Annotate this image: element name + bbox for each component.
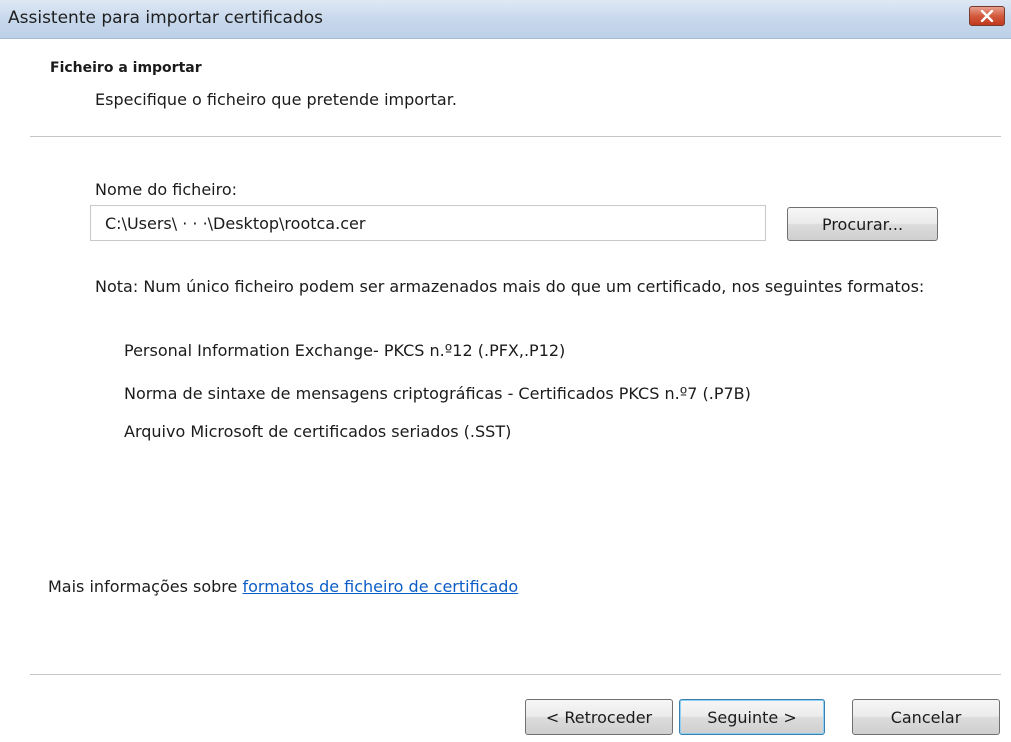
format-item-pfx: Personal Information Exchange- PKCS n.º1… [124,341,566,360]
certificate-formats-link[interactable]: formatos de ficheiro de certificado [242,577,518,596]
file-name-label: Nome do ficheiro: [95,180,238,199]
header-divider [30,136,1001,137]
close-icon [980,10,994,22]
more-info-text: Mais informações sobre [48,577,243,596]
back-button[interactable]: < Retroceder [525,699,673,735]
more-info: Mais informações sobre formatos de fiche… [48,577,518,596]
footer-divider [30,674,1001,675]
file-name-input[interactable] [90,205,766,241]
browse-button[interactable]: Procurar... [787,207,938,241]
page-description: Especifique o ficheiro que pretende impo… [95,90,457,109]
format-item-sst: Arquivo Microsoft de certificados seriad… [124,422,512,441]
close-button[interactable] [969,6,1005,26]
next-button[interactable]: Seguinte > [679,699,825,735]
window-title: Assistente para importar certificados [8,8,324,28]
page-title: Ficheiro a importar [50,60,202,76]
format-item-p7b: Norma de sintaxe de mensagens criptográf… [124,384,751,403]
cancel-button[interactable]: Cancelar [852,699,1000,735]
formats-note: Nota: Num único ficheiro podem ser armaz… [95,277,925,296]
title-bar: Assistente para importar certificados [0,0,1011,39]
